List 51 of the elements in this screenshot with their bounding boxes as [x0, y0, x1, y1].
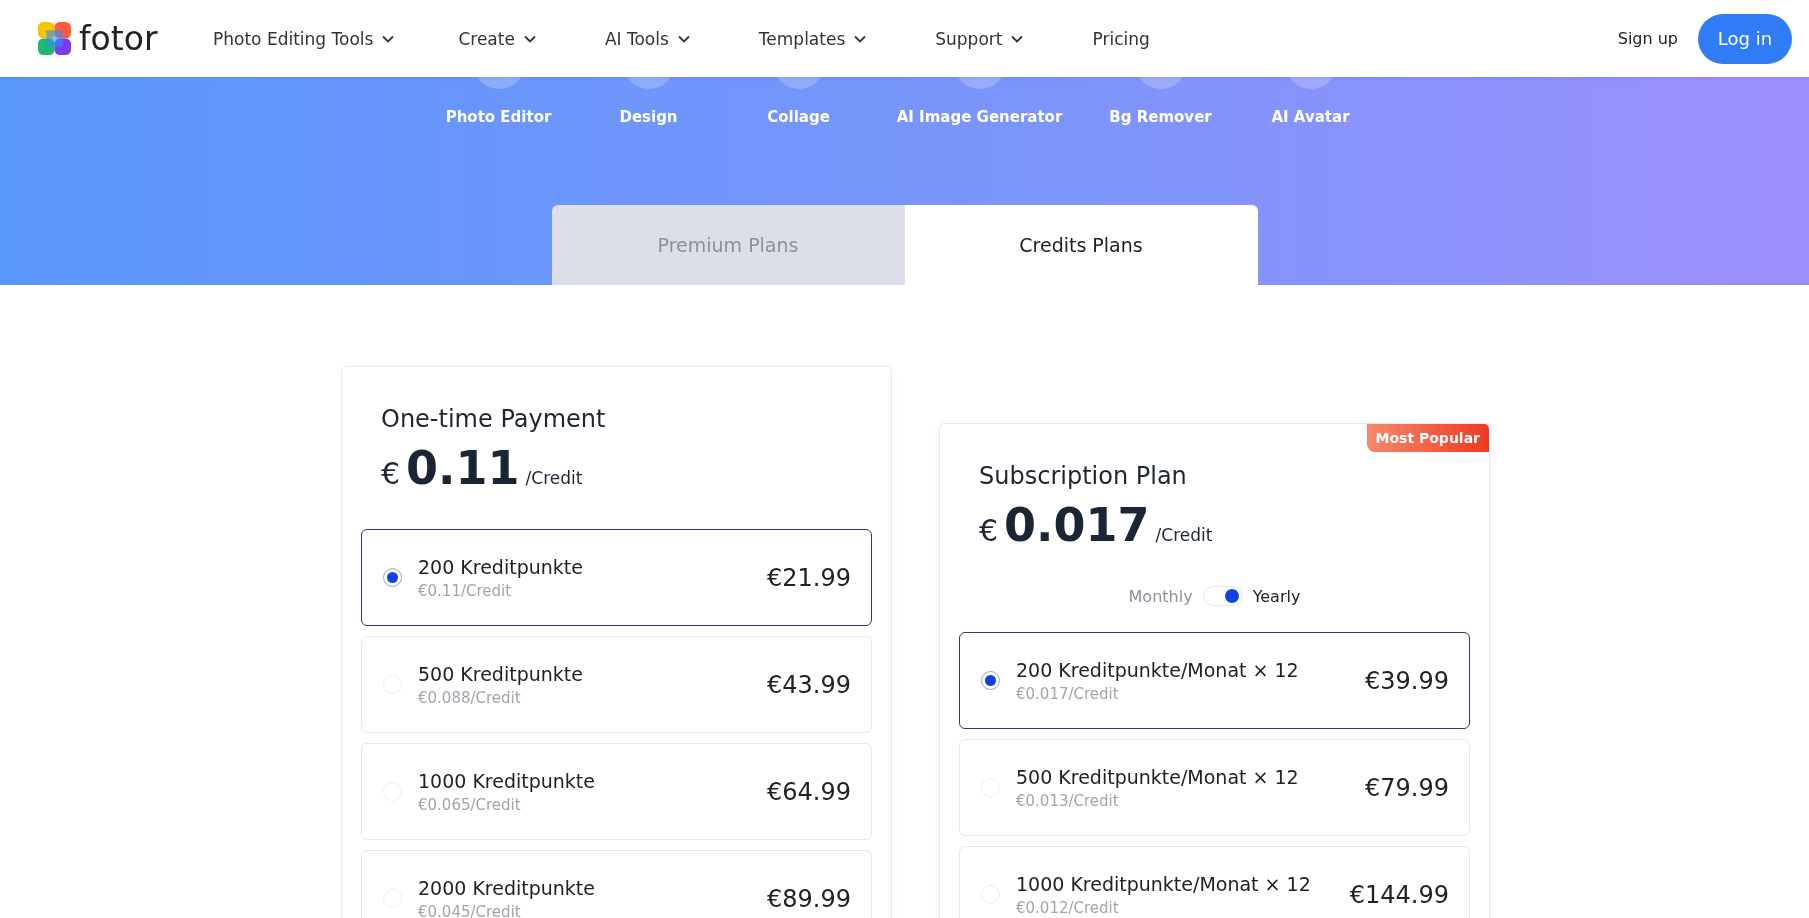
nav-link[interactable]: Support	[935, 28, 1024, 49]
plan-price: 0.11	[406, 441, 520, 495]
credit-option[interactable]: 2000 Kreditpunkte €0.045/Credit €89.99	[361, 850, 872, 918]
option-rate: €0.012/Credit	[1016, 898, 1120, 917]
option-rate: €0.013/Credit	[1016, 791, 1120, 810]
currency-symbol: €	[979, 513, 999, 548]
nav-link[interactable]: AI Tools	[604, 28, 690, 49]
nav-link[interactable]: Create	[458, 28, 536, 49]
plan-title: One-time Payment	[380, 405, 607, 433]
option-price: €43.99	[767, 670, 851, 699]
option-rate: €0.088/Credit	[418, 688, 522, 707]
yearly-label: Yearly	[1252, 586, 1301, 606]
option-rate: €0.065/Credit	[418, 795, 522, 814]
option-name: 500 Kreditpunkte	[418, 662, 583, 685]
plan-price: 0.017	[1004, 498, 1150, 552]
currency-symbol: €	[381, 456, 401, 491]
nav-link[interactable]: Pricing	[1092, 28, 1150, 49]
option-price: €79.99	[1365, 773, 1449, 802]
credit-option[interactable]: 200 Kreditpunkte/Monat × 12 €0.017/Credit €39.99	[959, 632, 1470, 729]
option-price: €144.99	[1349, 880, 1449, 909]
credit-option[interactable]: 200 Kreditpunkte €0.11/Credit €21.99	[361, 529, 872, 626]
option-name: 500 Kreditpunkte/Monat × 12	[1016, 765, 1299, 788]
price-unit: /Credit	[525, 468, 583, 488]
log-in-button[interactable]: Log in	[1698, 13, 1792, 64]
logo-icon	[38, 22, 71, 55]
credit-option[interactable]: 1000 Kreditpunkte €0.065/Credit €64.99	[361, 743, 872, 840]
option-name: 1000 Kreditpunkte/Monat × 12	[1016, 872, 1311, 895]
option-price: €64.99	[767, 777, 851, 806]
option-price: €89.99	[767, 884, 851, 913]
logo-text[interactable]: fotor	[79, 19, 158, 58]
credit-option[interactable]: 1000 Kreditpunkte/Monat × 12 €0.012/Credit €144.99	[959, 846, 1470, 918]
option-rate: €0.045/Credit	[418, 902, 522, 918]
credit-option[interactable]: 500 Kreditpunkte €0.088/Credit €43.99	[361, 636, 872, 733]
option-rate: €0.11/Credit	[418, 581, 513, 600]
popular-badge: Most Popular	[1366, 424, 1489, 452]
sign-up-link[interactable]: Sign up	[1617, 29, 1678, 48]
option-name: 2000 Kreditpunkte	[418, 876, 595, 899]
plan-tab[interactable]: Credits Plans	[904, 205, 1258, 285]
price-unit: /Credit	[1155, 525, 1213, 545]
credit-option[interactable]: 500 Kreditpunkte/Monat × 12 €0.013/Credit €79.99	[959, 739, 1470, 836]
option-price: €39.99	[1365, 666, 1449, 695]
option-name: 1000 Kreditpunkte	[418, 769, 595, 792]
option-name: 200 Kreditpunkte/Monat × 12	[1016, 658, 1299, 681]
option-name: 200 Kreditpunkte	[418, 555, 583, 578]
plan-title: Subscription Plan	[978, 462, 1188, 490]
monthly-label: Monthly	[1128, 586, 1193, 606]
billing-toggle[interactable]	[1202, 586, 1243, 606]
nav-link[interactable]: Templates	[758, 28, 867, 49]
nav-link[interactable]: Photo Editing Tools	[213, 28, 395, 49]
option-price: €21.99	[767, 563, 851, 592]
option-rate: €0.017/Credit	[1016, 684, 1120, 703]
